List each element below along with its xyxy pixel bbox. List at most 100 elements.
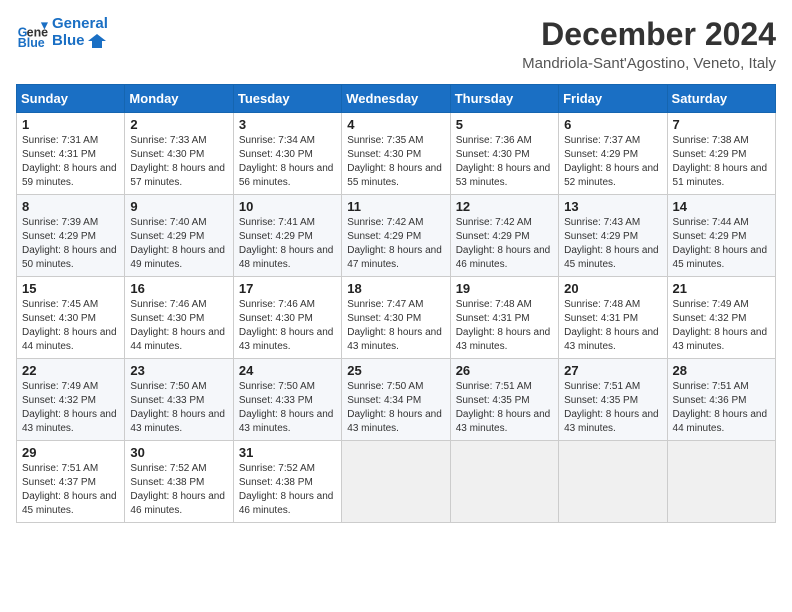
calendar-day-cell: 1 Sunrise: 7:31 AMSunset: 4:31 PMDayligh… [17, 113, 125, 195]
day-number: 7 [673, 117, 770, 132]
day-number: 17 [239, 281, 336, 296]
svg-text:Blue: Blue [18, 36, 45, 49]
calendar-day-cell: 19 Sunrise: 7:48 AMSunset: 4:31 PMDaylig… [450, 277, 558, 359]
calendar-day-cell [342, 441, 450, 523]
weekday-header-cell: Friday [559, 85, 667, 113]
calendar-day-cell: 5 Sunrise: 7:36 AMSunset: 4:30 PMDayligh… [450, 113, 558, 195]
day-number: 20 [564, 281, 661, 296]
day-info: Sunrise: 7:48 AMSunset: 4:31 PMDaylight:… [456, 299, 551, 352]
day-info: Sunrise: 7:52 AMSunset: 4:38 PMDaylight:… [130, 463, 225, 516]
calendar-day-cell: 12 Sunrise: 7:42 AMSunset: 4:29 PMDaylig… [450, 195, 558, 277]
day-info: Sunrise: 7:47 AMSunset: 4:30 PMDaylight:… [347, 299, 442, 352]
calendar-day-cell: 21 Sunrise: 7:49 AMSunset: 4:32 PMDaylig… [667, 277, 775, 359]
day-number: 12 [456, 199, 553, 214]
calendar-day-cell: 4 Sunrise: 7:35 AMSunset: 4:30 PMDayligh… [342, 113, 450, 195]
day-info: Sunrise: 7:40 AMSunset: 4:29 PMDaylight:… [130, 217, 225, 270]
calendar-day-cell: 28 Sunrise: 7:51 AMSunset: 4:36 PMDaylig… [667, 359, 775, 441]
weekday-header-cell: Tuesday [233, 85, 341, 113]
day-number: 18 [347, 281, 444, 296]
day-info: Sunrise: 7:51 AMSunset: 4:36 PMDaylight:… [673, 381, 768, 434]
calendar-day-cell [450, 441, 558, 523]
day-info: Sunrise: 7:39 AMSunset: 4:29 PMDaylight:… [22, 217, 117, 270]
day-info: Sunrise: 7:44 AMSunset: 4:29 PMDaylight:… [673, 217, 768, 270]
day-number: 28 [673, 363, 770, 378]
calendar-day-cell: 3 Sunrise: 7:34 AMSunset: 4:30 PMDayligh… [233, 113, 341, 195]
day-number: 9 [130, 199, 227, 214]
day-info: Sunrise: 7:49 AMSunset: 4:32 PMDaylight:… [22, 381, 117, 434]
calendar-day-cell: 10 Sunrise: 7:41 AMSunset: 4:29 PMDaylig… [233, 195, 341, 277]
day-info: Sunrise: 7:41 AMSunset: 4:29 PMDaylight:… [239, 217, 334, 270]
calendar-body: 1 Sunrise: 7:31 AMSunset: 4:31 PMDayligh… [17, 113, 776, 523]
calendar-day-cell: 15 Sunrise: 7:45 AMSunset: 4:30 PMDaylig… [17, 277, 125, 359]
day-info: Sunrise: 7:50 AMSunset: 4:33 PMDaylight:… [239, 381, 334, 434]
day-number: 13 [564, 199, 661, 214]
weekday-header-cell: Wednesday [342, 85, 450, 113]
calendar-day-cell [667, 441, 775, 523]
day-info: Sunrise: 7:36 AMSunset: 4:30 PMDaylight:… [456, 135, 551, 188]
day-info: Sunrise: 7:38 AMSunset: 4:29 PMDaylight:… [673, 135, 768, 188]
day-number: 8 [22, 199, 119, 214]
weekday-header-cell: Monday [125, 85, 233, 113]
day-number: 25 [347, 363, 444, 378]
calendar-day-cell: 2 Sunrise: 7:33 AMSunset: 4:30 PMDayligh… [125, 113, 233, 195]
weekday-header-cell: Sunday [17, 85, 125, 113]
day-info: Sunrise: 7:50 AMSunset: 4:33 PMDaylight:… [130, 381, 225, 434]
day-info: Sunrise: 7:51 AMSunset: 4:35 PMDaylight:… [564, 381, 659, 434]
day-number: 1 [22, 117, 119, 132]
day-info: Sunrise: 7:31 AMSunset: 4:31 PMDaylight:… [22, 135, 117, 188]
day-number: 27 [564, 363, 661, 378]
day-info: Sunrise: 7:35 AMSunset: 4:30 PMDaylight:… [347, 135, 442, 188]
page-header: G eneral Blue General Blue December 2024… [16, 16, 776, 72]
day-number: 30 [130, 445, 227, 460]
day-info: Sunrise: 7:42 AMSunset: 4:29 PMDaylight:… [347, 217, 442, 270]
day-number: 22 [22, 363, 119, 378]
day-info: Sunrise: 7:43 AMSunset: 4:29 PMDaylight:… [564, 217, 659, 270]
calendar-table: SundayMondayTuesdayWednesdayThursdayFrid… [16, 84, 776, 523]
calendar-day-cell: 7 Sunrise: 7:38 AMSunset: 4:29 PMDayligh… [667, 113, 775, 195]
day-number: 10 [239, 199, 336, 214]
logo-icon: G eneral Blue [16, 17, 48, 49]
day-number: 19 [456, 281, 553, 296]
calendar-subtitle: Mandriola-Sant'Agostino, Veneto, Italy [522, 55, 776, 72]
day-info: Sunrise: 7:42 AMSunset: 4:29 PMDaylight:… [456, 217, 551, 270]
day-info: Sunrise: 7:48 AMSunset: 4:31 PMDaylight:… [564, 299, 659, 352]
calendar-week-row: 1 Sunrise: 7:31 AMSunset: 4:31 PMDayligh… [17, 113, 776, 195]
calendar-day-cell: 29 Sunrise: 7:51 AMSunset: 4:37 PMDaylig… [17, 441, 125, 523]
calendar-week-row: 22 Sunrise: 7:49 AMSunset: 4:32 PMDaylig… [17, 359, 776, 441]
day-info: Sunrise: 7:50 AMSunset: 4:34 PMDaylight:… [347, 381, 442, 434]
day-number: 4 [347, 117, 444, 132]
day-number: 16 [130, 281, 227, 296]
calendar-day-cell: 11 Sunrise: 7:42 AMSunset: 4:29 PMDaylig… [342, 195, 450, 277]
calendar-day-cell: 13 Sunrise: 7:43 AMSunset: 4:29 PMDaylig… [559, 195, 667, 277]
calendar-day-cell: 26 Sunrise: 7:51 AMSunset: 4:35 PMDaylig… [450, 359, 558, 441]
calendar-day-cell: 17 Sunrise: 7:46 AMSunset: 4:30 PMDaylig… [233, 277, 341, 359]
day-number: 14 [673, 199, 770, 214]
title-section: December 2024 Mandriola-Sant'Agostino, V… [522, 16, 776, 72]
day-number: 29 [22, 445, 119, 460]
weekday-header-row: SundayMondayTuesdayWednesdayThursdayFrid… [17, 85, 776, 113]
calendar-day-cell: 23 Sunrise: 7:50 AMSunset: 4:33 PMDaylig… [125, 359, 233, 441]
logo: G eneral Blue General Blue [16, 16, 108, 49]
day-number: 31 [239, 445, 336, 460]
calendar-day-cell: 8 Sunrise: 7:39 AMSunset: 4:29 PMDayligh… [17, 195, 125, 277]
day-info: Sunrise: 7:51 AMSunset: 4:35 PMDaylight:… [456, 381, 551, 434]
calendar-day-cell: 18 Sunrise: 7:47 AMSunset: 4:30 PMDaylig… [342, 277, 450, 359]
day-number: 26 [456, 363, 553, 378]
weekday-header-cell: Thursday [450, 85, 558, 113]
calendar-day-cell: 30 Sunrise: 7:52 AMSunset: 4:38 PMDaylig… [125, 441, 233, 523]
calendar-week-row: 8 Sunrise: 7:39 AMSunset: 4:29 PMDayligh… [17, 195, 776, 277]
calendar-day-cell: 14 Sunrise: 7:44 AMSunset: 4:29 PMDaylig… [667, 195, 775, 277]
day-info: Sunrise: 7:33 AMSunset: 4:30 PMDaylight:… [130, 135, 225, 188]
calendar-day-cell: 27 Sunrise: 7:51 AMSunset: 4:35 PMDaylig… [559, 359, 667, 441]
day-number: 6 [564, 117, 661, 132]
day-number: 15 [22, 281, 119, 296]
calendar-day-cell [559, 441, 667, 523]
calendar-week-row: 15 Sunrise: 7:45 AMSunset: 4:30 PMDaylig… [17, 277, 776, 359]
day-number: 11 [347, 199, 444, 214]
day-number: 2 [130, 117, 227, 132]
day-number: 5 [456, 117, 553, 132]
day-info: Sunrise: 7:37 AMSunset: 4:29 PMDaylight:… [564, 135, 659, 188]
day-info: Sunrise: 7:49 AMSunset: 4:32 PMDaylight:… [673, 299, 768, 352]
logo-bird-icon [88, 34, 106, 48]
day-info: Sunrise: 7:46 AMSunset: 4:30 PMDaylight:… [130, 299, 225, 352]
